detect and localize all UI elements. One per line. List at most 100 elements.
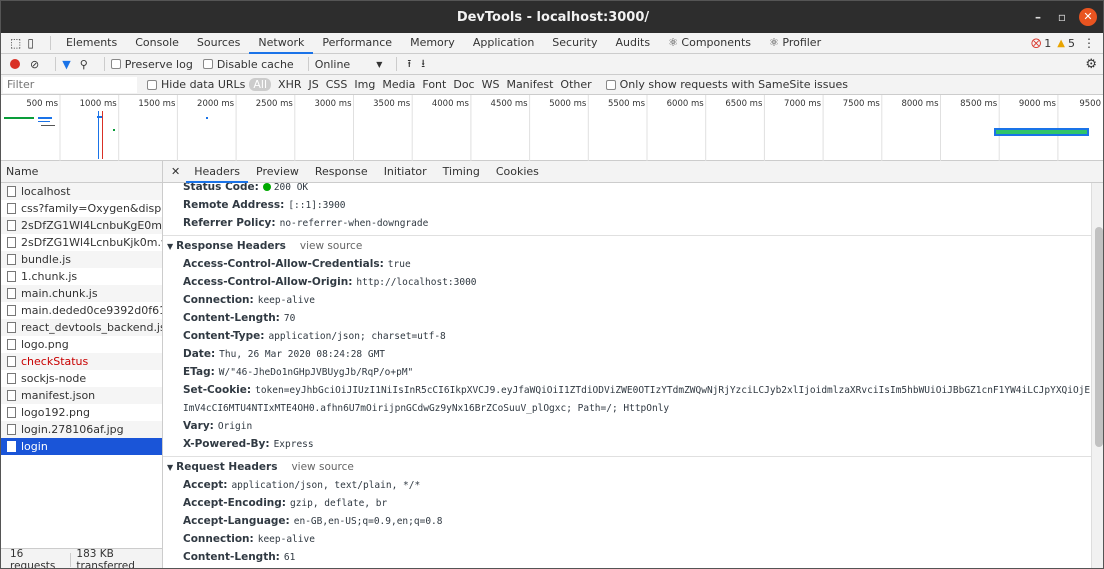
search-icon[interactable]: ⚲ (80, 58, 88, 71)
scrollbar[interactable] (1091, 183, 1103, 568)
tab-audits[interactable]: Audits (606, 33, 659, 54)
tab-security[interactable]: Security (543, 33, 606, 54)
request-bar (996, 130, 1087, 134)
header-row: Referrer Policy: no-referrer-when-downgra… (163, 214, 1091, 232)
name-column-header[interactable]: Name (1, 161, 162, 183)
timeline-tick-label: 5500 ms (608, 99, 646, 109)
request-row[interactable]: logo192.png (1, 404, 162, 421)
request-row[interactable]: localhost (1, 183, 162, 200)
type-xhr-button[interactable]: XHR (278, 78, 301, 91)
triangle-down-icon: ▼ (167, 242, 174, 251)
request-row[interactable]: main.deded0ce9392d0f6139... (1, 302, 162, 319)
request-name: main.chunk.js (21, 287, 98, 300)
tab-response[interactable]: Response (307, 161, 376, 183)
type-manifest-button[interactable]: Manifest (506, 78, 553, 91)
header-value: token=eyJhbGciOiJIUzI1NiIsInR5cCI6IkpXVC… (255, 385, 1091, 396)
file-icon (7, 288, 16, 299)
request-row[interactable]: 1.chunk.js (1, 268, 162, 285)
request-bar (4, 117, 34, 119)
file-icon (7, 254, 16, 265)
tab-elements[interactable]: Elements (57, 33, 126, 54)
tab-console[interactable]: Console (126, 33, 188, 54)
tab-sources[interactable]: Sources (188, 33, 250, 54)
warning-icon[interactable]: ▲ (1057, 38, 1065, 49)
request-row[interactable]: login.278106af.jpg (1, 421, 162, 438)
type-media-button[interactable]: Media (382, 78, 415, 91)
request-row[interactable]: css?family=Oxygen&display=... (1, 200, 162, 217)
inspect-icon[interactable]: ⬚ (10, 36, 21, 50)
request-row[interactable]: 2sDfZG1Wl4LcnbuKgE0mV0... (1, 217, 162, 234)
type-ws-button[interactable]: WS (482, 78, 500, 91)
minimize-icon[interactable]: – (1029, 8, 1047, 26)
hide-data-urls-checkbox[interactable] (147, 79, 157, 90)
disable-cache-label: Disable cache (216, 57, 294, 71)
samesite-checkbox[interactable] (605, 79, 616, 90)
tab-components[interactable]: ⚛ Components (659, 33, 760, 54)
type-img-button[interactable]: Img (354, 78, 375, 91)
clear-icon[interactable]: ⊘ (30, 58, 39, 71)
file-icon (7, 356, 16, 367)
type-all-button[interactable]: All (249, 78, 272, 91)
preserve-log-checkbox[interactable] (110, 59, 121, 69)
device-toolbar-icon[interactable]: ▯ (27, 36, 34, 50)
request-row[interactable]: checkStatus (1, 353, 162, 370)
more-vert-icon[interactable]: ⋮ (1083, 36, 1095, 50)
export-har-icon[interactable]: ⭳ (421, 55, 425, 74)
type-doc-button[interactable]: Doc (453, 78, 474, 91)
tab-performance[interactable]: Performance (313, 33, 401, 54)
status-footer: 16 requests 183 KB transferred (1, 548, 162, 568)
close-icon[interactable]: ✕ (171, 165, 180, 178)
tab-initiator[interactable]: Initiator (376, 161, 435, 183)
maximize-icon[interactable]: ▫ (1053, 8, 1071, 26)
timeline-overview[interactable]: 500 ms 1000 ms 1500 ms 2000 ms 2500 ms 3000 m… (1, 95, 1103, 161)
throttle-select[interactable]: Online (315, 58, 350, 71)
scrollbar-thumb[interactable] (1095, 227, 1103, 447)
request-name: css?family=Oxygen&display=... (21, 202, 162, 215)
timeline-tick-label: 9500 (1079, 99, 1101, 109)
header-value: no-referrer-when-downgrade (279, 218, 429, 229)
request-row[interactable]: sockjs-node (1, 370, 162, 387)
close-icon[interactable]: ✕ (1079, 8, 1097, 26)
disable-cache-checkbox[interactable] (202, 59, 213, 69)
tab-profiler[interactable]: ⚛ Profiler (760, 33, 830, 54)
request-row[interactable]: react_devtools_backend.js (1, 319, 162, 336)
request-row[interactable]: 2sDfZG1Wl4LcnbuKjk0m.woff2 (1, 234, 162, 251)
type-js-button[interactable]: JS (309, 78, 319, 91)
request-headers-section-title[interactable]: ▼ Request Headers view source (163, 456, 1091, 476)
error-icon[interactable]: ⨂ (1031, 38, 1041, 49)
chevron-down-icon[interactable]: ▼ (376, 60, 382, 69)
timeline-tick-label: 6000 ms (667, 99, 705, 109)
header-row: Content-Length: 70 (163, 309, 1091, 327)
type-css-button[interactable]: CSS (326, 78, 348, 91)
tab-cookies[interactable]: Cookies (488, 161, 547, 183)
type-other-button[interactable]: Other (560, 78, 591, 91)
response-headers-section-title[interactable]: ▼ Response Headers view source (163, 235, 1091, 255)
tab-network[interactable]: Network (249, 33, 314, 54)
header-value: keep-alive (257, 534, 315, 545)
request-row[interactable]: logo.png (1, 336, 162, 353)
tab-preview[interactable]: Preview (248, 161, 307, 183)
tab-application[interactable]: Application (464, 33, 543, 54)
tab-memory[interactable]: Memory (401, 33, 464, 54)
request-row[interactable]: manifest.json (1, 387, 162, 404)
view-source-link[interactable]: view source (291, 461, 353, 473)
import-har-icon[interactable]: ⭱ (407, 55, 411, 74)
record-icon[interactable] (10, 59, 20, 69)
type-font-button[interactable]: Font (422, 78, 446, 91)
view-source-link[interactable]: view source (300, 240, 362, 252)
timeline-tick-label: 7500 ms (843, 99, 881, 109)
tab-timing[interactable]: Timing (435, 161, 488, 183)
request-list: Name localhost css?family=Oxygen&display=… (1, 161, 163, 568)
request-row[interactable]: bundle.js (1, 251, 162, 268)
request-row[interactable]: login (1, 438, 162, 455)
timeline-tick-label: 5000 ms (549, 99, 587, 109)
timeline-tick-label: 9000 ms (1019, 99, 1057, 109)
filter-input[interactable] (3, 76, 137, 93)
request-name: manifest.json (21, 389, 96, 402)
header-row: Access-Control-Allow-Credentials: true (163, 255, 1091, 273)
request-bar (41, 125, 55, 126)
filter-icon[interactable]: ▼ (62, 58, 70, 71)
gear-icon[interactable]: ⚙ (1085, 57, 1097, 72)
request-row[interactable]: main.chunk.js (1, 285, 162, 302)
tab-headers[interactable]: Headers (186, 161, 249, 183)
